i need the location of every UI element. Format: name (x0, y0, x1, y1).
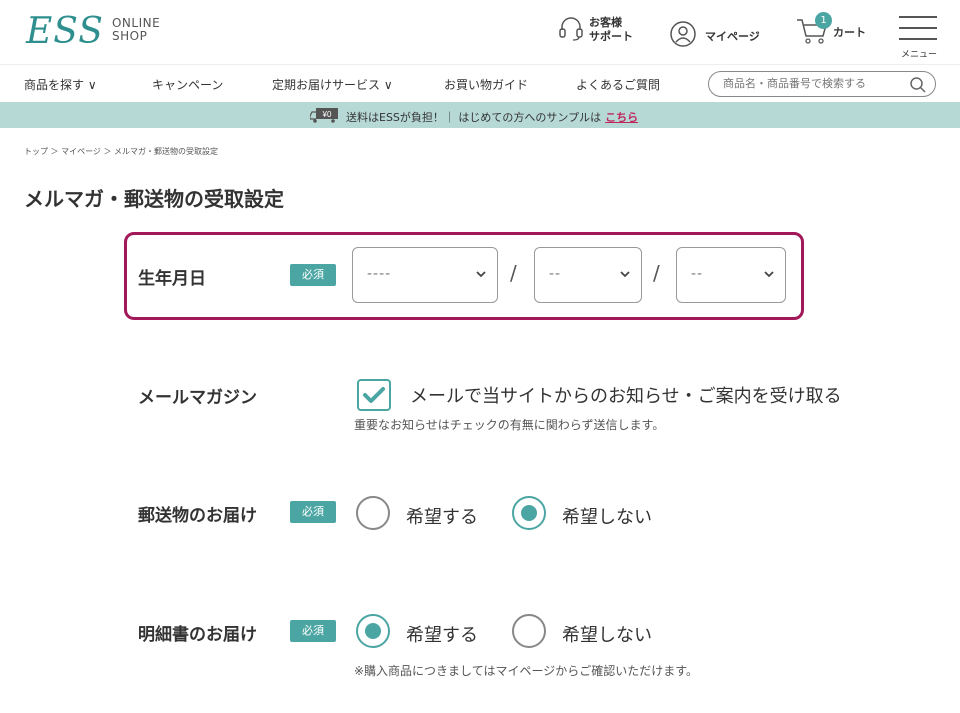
mypage-link[interactable]: マイページ (669, 20, 760, 51)
hamburger-icon (899, 16, 937, 18)
nav-item-shopping-guide[interactable]: お買い物ガイド (444, 76, 528, 93)
birth-year-select[interactable]: ---- (352, 247, 498, 303)
cart-link[interactable]: 1 カート (795, 12, 866, 44)
mailmag-checkbox[interactable] (357, 379, 391, 411)
postal-label: 郵送物のお届け (138, 506, 257, 526)
mailmag-label: メールマガジン (138, 388, 257, 408)
mailmag-note: 重要なお知らせはチェックの有無に関わらず送信します。 (354, 418, 665, 432)
logo-sub-shop: SHOP (111, 29, 148, 43)
search-input[interactable] (723, 72, 913, 96)
birth-day-value: -- (691, 266, 704, 282)
chevron-down-icon (619, 268, 631, 284)
site-header: ESS ONLINE SHOP お客様 サポート マイページ 1 カート メニュ… (0, 0, 960, 64)
chevron-down-icon (475, 268, 487, 284)
statement-yes-label[interactable]: 希望する (406, 621, 478, 647)
nav-item-subscription[interactable]: 定期お届けサービス ∨ (272, 76, 393, 93)
cart-label: カート (833, 26, 866, 39)
required-badge: 必須 (290, 620, 336, 642)
search-box (708, 71, 936, 97)
birth-year-value: ---- (367, 266, 392, 282)
banner-link[interactable]: こちら (605, 109, 638, 125)
global-nav: 商品を探す ∨ キャンペーン 定期お届けサービス ∨ お買い物ガイド よくあるご… (0, 64, 960, 102)
statement-no-label[interactable]: 希望しない (562, 621, 652, 647)
birth-month-value: -- (549, 266, 562, 282)
search-icon[interactable] (909, 76, 927, 98)
cart-count-badge: 1 (815, 12, 832, 29)
logo-subtitle: ONLINE SHOP (112, 17, 160, 43)
cart-icon (795, 19, 831, 49)
support-label-2: サポート (589, 29, 633, 43)
customer-support-link[interactable]: お客様 サポート (557, 14, 633, 45)
birth-month-select[interactable]: -- (534, 247, 642, 303)
statement-note: ※購入商品につきましてはマイページからご確認いただけます。 (354, 664, 699, 678)
birth-day-select[interactable]: -- (676, 247, 786, 303)
support-label-1: お客様 (589, 15, 622, 29)
nav-item-campaign[interactable]: キャンペーン (152, 76, 223, 93)
shipping-banner: ¥0 送料はESSが負担！｜ はじめての方へのサンプルは こちら (0, 102, 960, 128)
postal-no-radio[interactable] (512, 496, 546, 530)
required-badge: 必須 (290, 264, 336, 286)
site-logo[interactable]: ESS ONLINE SHOP (26, 14, 160, 50)
postal-yes-label[interactable]: 希望する (406, 503, 478, 529)
svg-text:¥0: ¥0 (322, 110, 332, 119)
statement-no-radio[interactable] (512, 614, 546, 648)
required-badge: 必須 (290, 501, 336, 523)
date-separator: / (510, 261, 517, 285)
menu-label: メニュー (901, 50, 938, 60)
logo-mark: ESS (26, 11, 104, 52)
date-separator: / (653, 261, 660, 285)
statement-yes-radio[interactable] (356, 614, 390, 648)
postal-no-label[interactable]: 希望しない (562, 503, 652, 529)
mypage-label: マイページ (705, 29, 760, 43)
nav-item-faq[interactable]: よくあるご質問 (576, 76, 660, 93)
postal-yes-radio[interactable] (356, 496, 390, 530)
mailmag-checkbox-label[interactable]: メールで当サイトからのお知らせ・ご案内を受け取る (410, 382, 842, 408)
banner-text: 送料はESSが負担！｜ はじめての方へのサンプルは (346, 110, 602, 124)
user-icon (669, 20, 697, 51)
breadcrumb: トップ ＞ マイページ ＞ メルマガ・郵送物の受取設定 (24, 147, 219, 156)
nav-item-browse[interactable]: 商品を探す ∨ (24, 76, 97, 93)
chevron-down-icon (763, 268, 775, 284)
menu-button[interactable]: メニュー (899, 14, 937, 60)
page-title: メルマガ・郵送物の受取設定 (24, 187, 284, 211)
birthday-label: 生年月日 (138, 269, 206, 289)
truck-icon: ¥0 (309, 107, 340, 126)
statement-label: 明細書のお届け (138, 625, 257, 645)
headset-icon (557, 14, 585, 45)
